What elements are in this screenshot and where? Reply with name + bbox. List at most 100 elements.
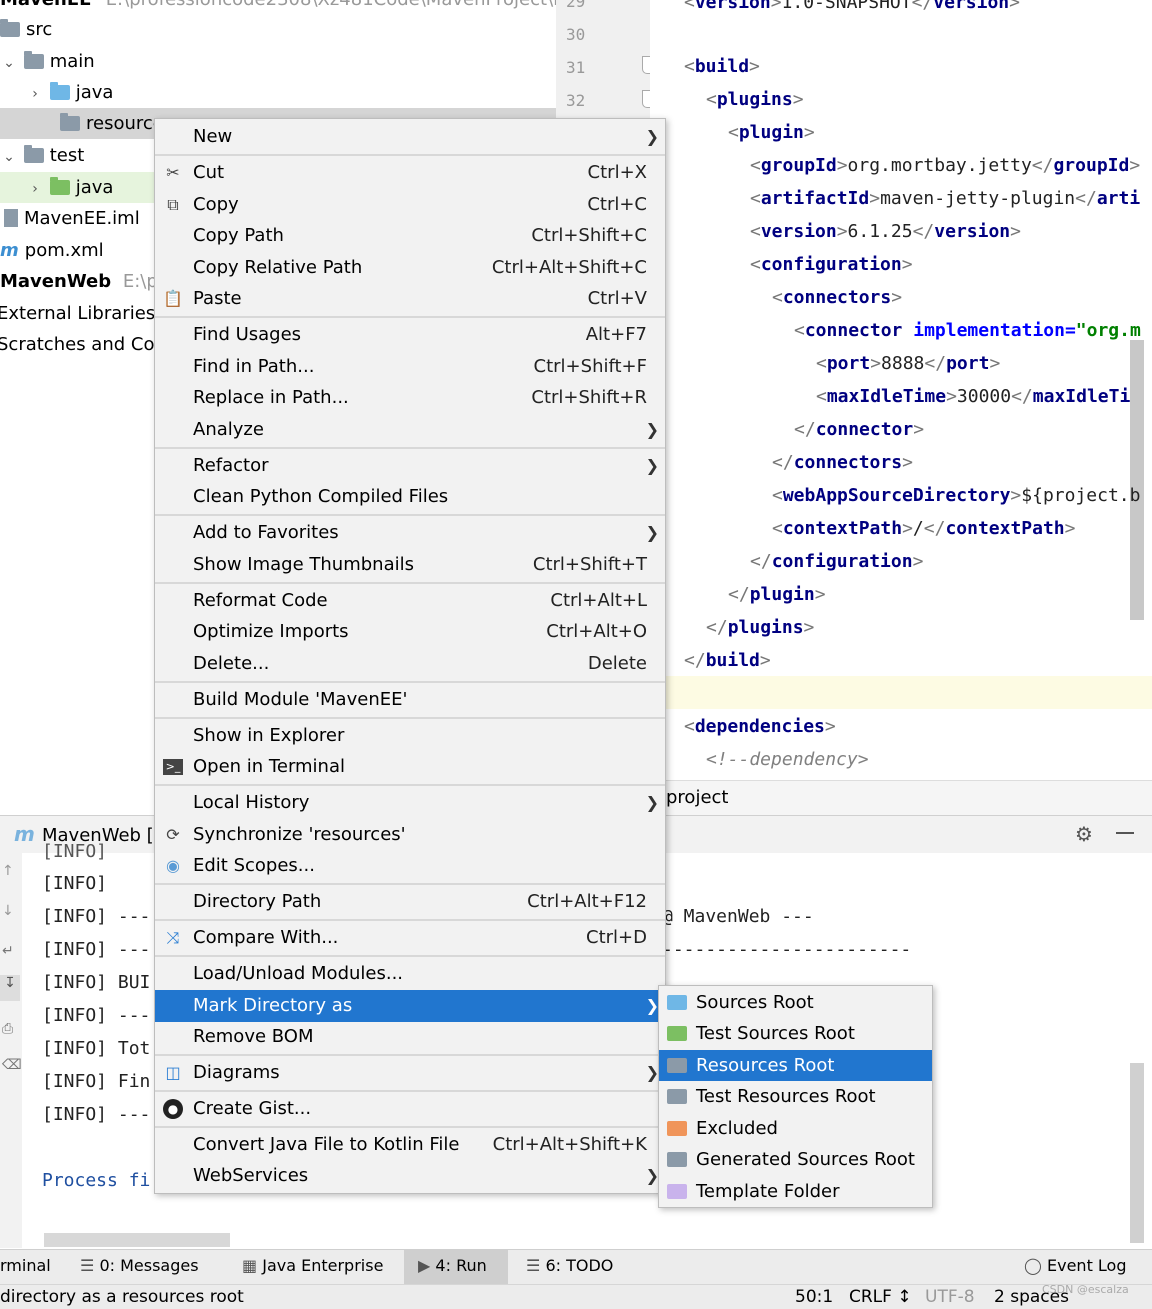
chevron-right-icon[interactable]: › [26, 79, 44, 110]
run-icon: ▶ [418, 1256, 431, 1275]
tree-item-java[interactable]: › java [26, 77, 113, 108]
menu-item-clean-python[interactable]: Clean Python Compiled Files [155, 481, 665, 513]
code-line: </configuration> [750, 551, 924, 572]
menu-item-local-history[interactable]: Local History ❯ [155, 787, 665, 819]
tab-event-log[interactable]: ◯ Event Log [1024, 1256, 1127, 1275]
tree-root-project[interactable]: MavenEE E:\professioncode2308\Xz481Code\… [0, 0, 580, 15]
menu-item-build-module[interactable]: Build Module 'MavenEE' [155, 684, 665, 716]
tree-item-iml[interactable]: MavenEE.iml [4, 203, 140, 234]
file-encoding[interactable]: UTF-8 [925, 1287, 975, 1307]
chevron-down-icon[interactable]: ⌄ [0, 142, 18, 173]
menu-item-synchronize[interactable]: ⟳ Synchronize 'resources' [155, 819, 665, 851]
menu-item-cut[interactable]: ✂ Cut Ctrl+X [155, 157, 665, 189]
tab-todo[interactable]: ☰ 6: TODO [526, 1256, 613, 1275]
menu-item-analyze[interactable]: Analyze ❯ [155, 414, 665, 446]
chevron-down-icon[interactable]: ⌄ [0, 48, 18, 79]
code-line: <connectors> [772, 287, 903, 308]
console-hscrollbar[interactable] [44, 1233, 230, 1247]
folder-icon [23, 51, 44, 69]
code-editor[interactable]: <version>1.0-SNAPSHOT</version> <build> … [650, 0, 1152, 780]
folder-icon [0, 19, 20, 37]
line-ending[interactable]: CRLF ↕ [849, 1287, 912, 1307]
menu-item-replace-in-path[interactable]: Replace in Path... Ctrl+Shift+R [155, 382, 665, 414]
tree-item-mavenweb[interactable]: MavenWeb E:\pro [0, 266, 176, 297]
console-line: [INFO] --- [42, 906, 151, 927]
generated-sources-folder-icon [667, 1152, 687, 1167]
tree-item-label: External Libraries [0, 303, 156, 324]
menu-item-webservices[interactable]: WebServices ❯ [155, 1160, 665, 1192]
menu-item-edit-scopes[interactable]: ◉ Edit Scopes... [155, 850, 665, 882]
tab-java-enterprise[interactable]: ▦ Java Enterprise [242, 1256, 383, 1275]
current-line-highlight [650, 676, 1152, 709]
sync-icon: ⟳ [166, 825, 180, 844]
line-number: 29 [566, 0, 586, 11]
tree-item-label: src [26, 19, 53, 40]
submenu-item-test-resources-root[interactable]: Test Resources Root [659, 1081, 932, 1112]
code-line: <artifactId>maven-jetty-plugin</arti [750, 188, 1141, 209]
menu-item-paste[interactable]: 📋 Paste Ctrl+V [155, 283, 665, 315]
menu-item-compare-with[interactable]: ⤨ Compare With... Ctrl+D [155, 922, 665, 954]
menu-item-optimize-imports[interactable]: Optimize Imports Ctrl+Alt+O [155, 616, 665, 648]
menu-item-find-in-path[interactable]: Find in Path... Ctrl+Shift+F [155, 351, 665, 383]
menu-item-add-to-favorites[interactable]: Add to Favorites ❯ [155, 517, 665, 549]
scroll-to-end-icon[interactable]: ↧ [0, 975, 20, 1001]
tree-item-test-java[interactable]: › java [0, 172, 156, 203]
submenu-item-resources-root[interactable]: Resources Root [659, 1050, 932, 1081]
gear-icon[interactable]: ⚙ [1075, 822, 1093, 846]
breadcrumb-item[interactable]: project [666, 787, 728, 808]
project-name: MavenEE [0, 0, 91, 10]
menu-item-load-unload-modules[interactable]: Load/Unload Modules... [155, 958, 665, 990]
menu-item-show-in-explorer[interactable]: Show in Explorer [155, 720, 665, 752]
github-icon: ● [163, 1099, 183, 1119]
up-arrow-icon[interactable]: ↑ [2, 863, 14, 879]
minimize-icon[interactable] [1116, 832, 1134, 834]
console-line-fragment: @ MavenWeb --- [662, 906, 814, 927]
menu-item-remove-bom[interactable]: Remove BOM [155, 1021, 665, 1053]
menu-item-delete[interactable]: Delete... Delete [155, 648, 665, 680]
menu-item-diagrams[interactable]: ◫ Diagrams ❯ [155, 1057, 665, 1089]
menu-item-reformat-code[interactable]: Reformat Code Ctrl+Alt+L [155, 585, 665, 617]
tree-item-external-libraries[interactable]: External Libraries [0, 298, 155, 329]
tree-item-main[interactable]: ⌄ main [0, 46, 95, 77]
caret-position[interactable]: 50:1 [795, 1287, 833, 1307]
menu-item-find-usages[interactable]: Find Usages Alt+F7 [155, 319, 665, 351]
menu-item-show-image-thumbnails[interactable]: Show Image Thumbnails Ctrl+Shift+T [155, 549, 665, 581]
menu-item-copy-path[interactable]: Copy Path Ctrl+Shift+C [155, 220, 665, 252]
tree-item-src[interactable]: src [0, 14, 52, 45]
tab-label: 6: TODO [545, 1256, 614, 1275]
tab-messages[interactable]: ☰ 0: Messages [80, 1256, 199, 1275]
menu-item-create-gist[interactable]: ● Create Gist... [155, 1093, 665, 1125]
submenu-item-generated-sources-root[interactable]: Generated Sources Root [659, 1144, 932, 1175]
line-number: 32 [566, 91, 586, 110]
print-icon[interactable]: ⎙ [2, 1021, 13, 1037]
menu-separator [155, 447, 665, 449]
tree-item-scratches[interactable]: Scratches and Con [0, 329, 166, 360]
submenu-item-excluded[interactable]: Excluded [659, 1113, 932, 1144]
menu-item-open-in-terminal[interactable]: >_ Open in Terminal [155, 751, 665, 783]
menu-item-refactor[interactable]: Refactor ❯ [155, 450, 665, 482]
menu-item-mark-directory-as[interactable]: Mark Directory as ❯ [155, 990, 665, 1022]
tab-label: 0: Messages [99, 1256, 199, 1275]
tree-item-pom[interactable]: m pom.xml [0, 235, 104, 266]
tree-item-test[interactable]: ⌄ test [0, 140, 84, 171]
menu-item-new[interactable]: New ❯ [155, 121, 665, 153]
submenu-item-template-folder[interactable]: Template Folder [659, 1176, 932, 1207]
down-arrow-icon[interactable]: ↓ [2, 903, 14, 919]
tab-run[interactable]: ▶ 4: Run [418, 1256, 487, 1275]
editor-breadcrumb[interactable]: project [650, 780, 1152, 815]
submenu-item-sources-root[interactable]: Sources Root [659, 987, 932, 1018]
tab-terminal[interactable]: rminal [0, 1256, 51, 1275]
trash-icon[interactable]: ⌫ [2, 1057, 22, 1073]
console-vscrollbar[interactable] [1130, 1063, 1144, 1243]
menu-item-directory-path[interactable]: Directory Path Ctrl+Alt+F12 [155, 886, 665, 918]
messages-icon: ☰ [80, 1256, 95, 1275]
menu-item-convert-to-kotlin[interactable]: Convert Java File to Kotlin File Ctrl+Alt… [155, 1129, 665, 1161]
context-menu: New ❯ ✂ Cut Ctrl+X ⧉ Copy Ctrl+C Copy Path Ctr… [154, 118, 666, 1194]
tree-item-label: java [75, 177, 114, 198]
menu-item-copy-relative-path[interactable]: Copy Relative Path Ctrl+Alt+Shift+C [155, 252, 665, 284]
submenu-item-test-sources-root[interactable]: Test Sources Root [659, 1018, 932, 1049]
soft-wrap-icon[interactable]: ↵ [2, 943, 14, 959]
template-folder-icon [667, 1184, 687, 1199]
menu-item-copy[interactable]: ⧉ Copy Ctrl+C [155, 189, 665, 221]
chevron-right-icon[interactable]: › [26, 174, 44, 205]
